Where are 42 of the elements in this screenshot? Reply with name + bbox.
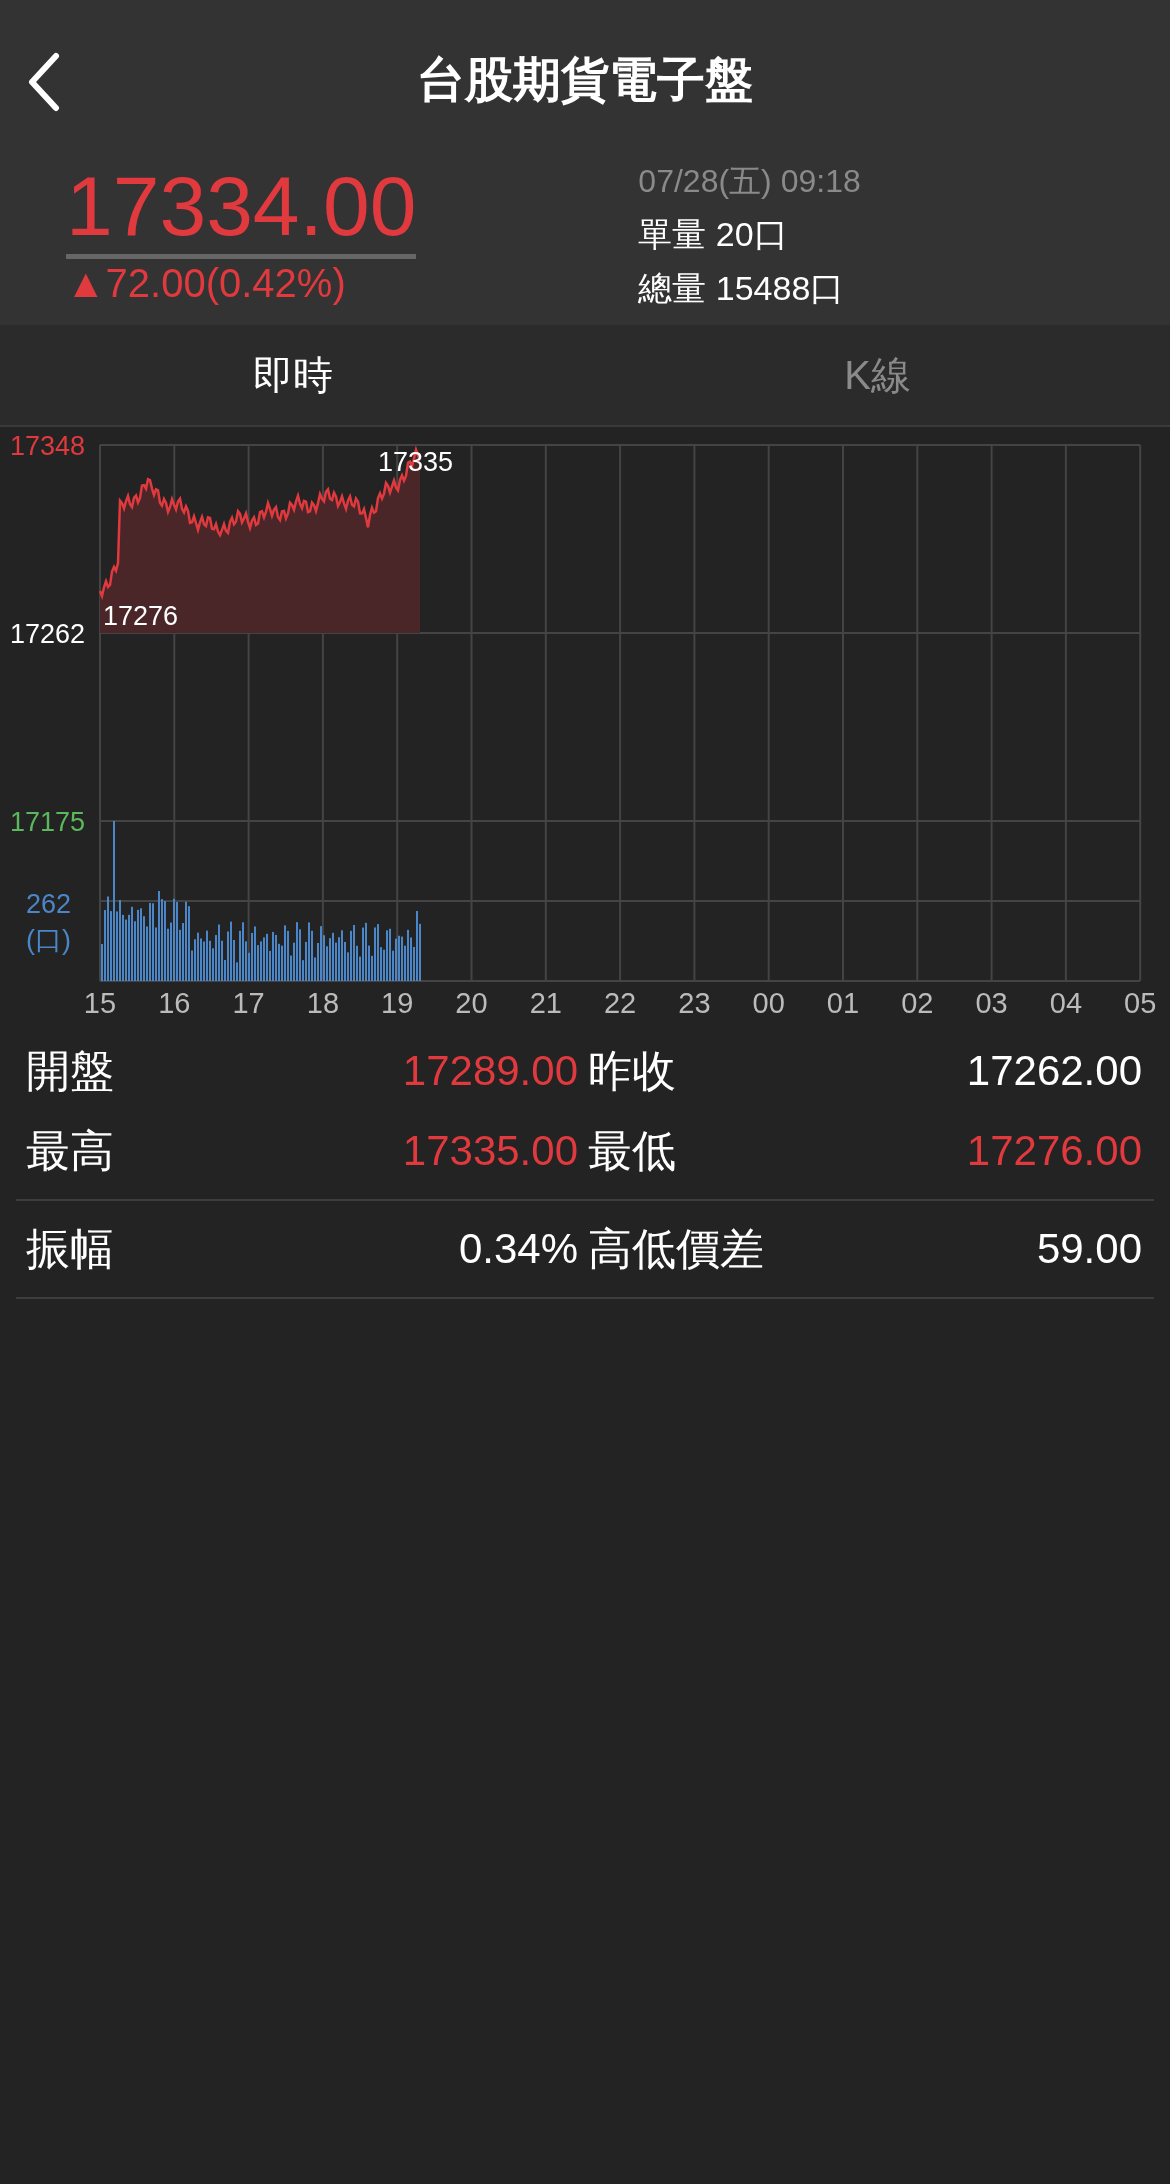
stat-value: 59.00 — [1035, 1225, 1142, 1273]
stat-label: 開盤 — [25, 1044, 115, 1097]
chart-tab[interactable]: K線 — [585, 325, 1170, 425]
stat-value: 17289.00 — [401, 1047, 578, 1095]
low-marker: 17276 — [103, 601, 179, 631]
total-volume: 總量 15488口 — [638, 268, 846, 309]
page-title: 台股期貨電子盤 — [417, 52, 753, 108]
time-axis-label: 15 — [83, 987, 117, 1020]
time-axis-label: 04 — [1049, 987, 1082, 1020]
chart-tab[interactable]: 即時 — [0, 325, 585, 425]
last-price: 17334.00 — [66, 160, 417, 259]
back-icon[interactable] — [26, 52, 62, 112]
single-volume: 單量 20口 — [638, 214, 789, 255]
stat-value: 0.34% — [457, 1225, 578, 1273]
stat-label: 昨收 — [587, 1044, 677, 1097]
stat-label: 最低 — [587, 1124, 677, 1177]
stat-value: 17335.00 — [401, 1127, 578, 1175]
time-axis-label: 20 — [455, 987, 488, 1020]
axis-label: 17175 — [10, 807, 86, 837]
axis-label: 17262 — [10, 619, 86, 649]
quote-time: 07/28(五) 09:18 — [638, 162, 861, 201]
time-axis-label: 03 — [975, 987, 1008, 1020]
stat-label: 振幅 — [25, 1222, 115, 1275]
time-axis-label: 18 — [306, 987, 339, 1020]
stat-value: 17276.00 — [965, 1127, 1142, 1175]
time-axis-label: 02 — [901, 987, 934, 1020]
axis-label: 17348 — [10, 431, 86, 461]
time-axis-label: 16 — [158, 987, 191, 1020]
time-axis-label: 05 — [1124, 987, 1157, 1020]
time-axis-label: 23 — [678, 987, 711, 1020]
time-axis-label: 00 — [752, 987, 785, 1020]
price-change: ▲72.00(0.42%) — [66, 261, 347, 306]
time-axis-label: 21 — [529, 987, 562, 1020]
axis-label: (口) — [26, 925, 71, 955]
stat-value: 17262.00 — [965, 1047, 1142, 1095]
time-axis-label: 17 — [232, 987, 265, 1020]
time-axis-label: 19 — [381, 987, 414, 1020]
time-axis-label: 01 — [826, 987, 860, 1020]
stat-label: 最高 — [25, 1124, 115, 1177]
stat-label: 高低價差 — [587, 1222, 765, 1275]
time-axis-label: 22 — [603, 987, 637, 1020]
axis-label: 262 — [26, 889, 72, 919]
